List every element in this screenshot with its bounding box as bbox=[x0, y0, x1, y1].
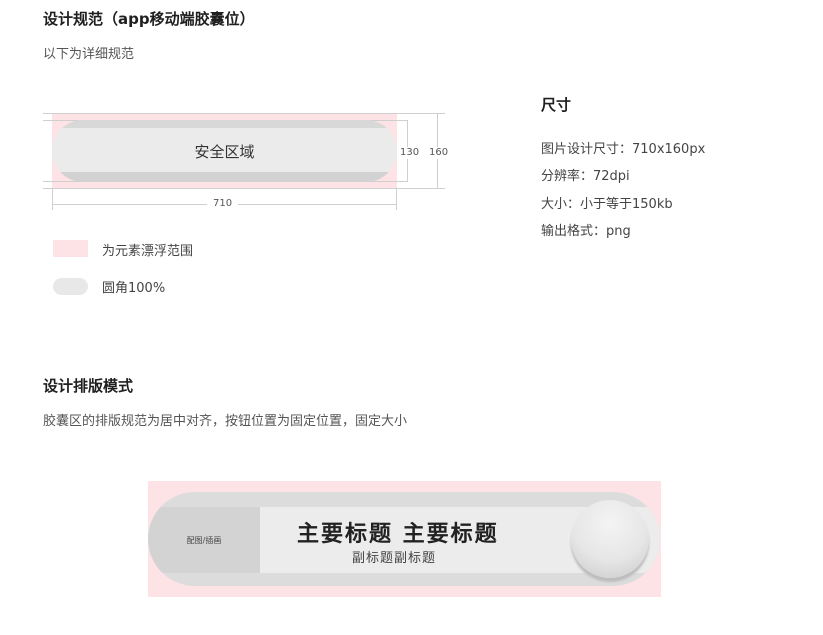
spec-resolution: 分辨率：72dpi bbox=[541, 169, 630, 184]
demo-illustration: 配图/插画 bbox=[148, 507, 260, 573]
inner-height-label: 130 bbox=[400, 147, 420, 159]
guide-bottom bbox=[43, 188, 445, 189]
width-label: 710 bbox=[207, 198, 239, 210]
outer-height-label: 160 bbox=[429, 147, 449, 159]
legend-radius-label: 圆角100% bbox=[102, 281, 166, 296]
spec-image-size: 图片设计尺寸：710x160px bbox=[541, 142, 706, 157]
demo-main-title: 主要标题 主要标题 bbox=[297, 522, 499, 547]
demo-pic-label: 配图/插画 bbox=[186, 535, 222, 545]
section-desc-spec: 以下为详细规范 bbox=[43, 47, 135, 62]
legend-float-swatch bbox=[53, 240, 88, 257]
demo-sub-title: 副标题副标题 bbox=[352, 551, 437, 566]
legend-radius-swatch bbox=[53, 278, 88, 295]
section-desc-layout: 胶囊区的排版规范为居中对齐，按钮位置为固定位置，固定大小 bbox=[43, 414, 408, 429]
demo-action-button[interactable] bbox=[571, 500, 649, 578]
section-title-layout: 设计排版模式 bbox=[43, 377, 134, 395]
spec-file-size: 大小：小于等于150kb bbox=[541, 197, 673, 212]
safe-area-label: 安全区域 bbox=[194, 142, 255, 161]
safe-area-capsule: 安全区域 bbox=[52, 120, 397, 182]
spec-format: 输出格式：png bbox=[541, 224, 631, 239]
size-spec-title: 尺寸 bbox=[541, 96, 572, 114]
dim-tick-right bbox=[396, 188, 397, 210]
dim-tick-left bbox=[52, 188, 53, 210]
guide-top bbox=[43, 113, 445, 114]
legend-float-label: 为元素漂浮范围 bbox=[102, 244, 194, 259]
section-title-spec: 设计规范（app移动端胶囊位） bbox=[43, 10, 255, 28]
